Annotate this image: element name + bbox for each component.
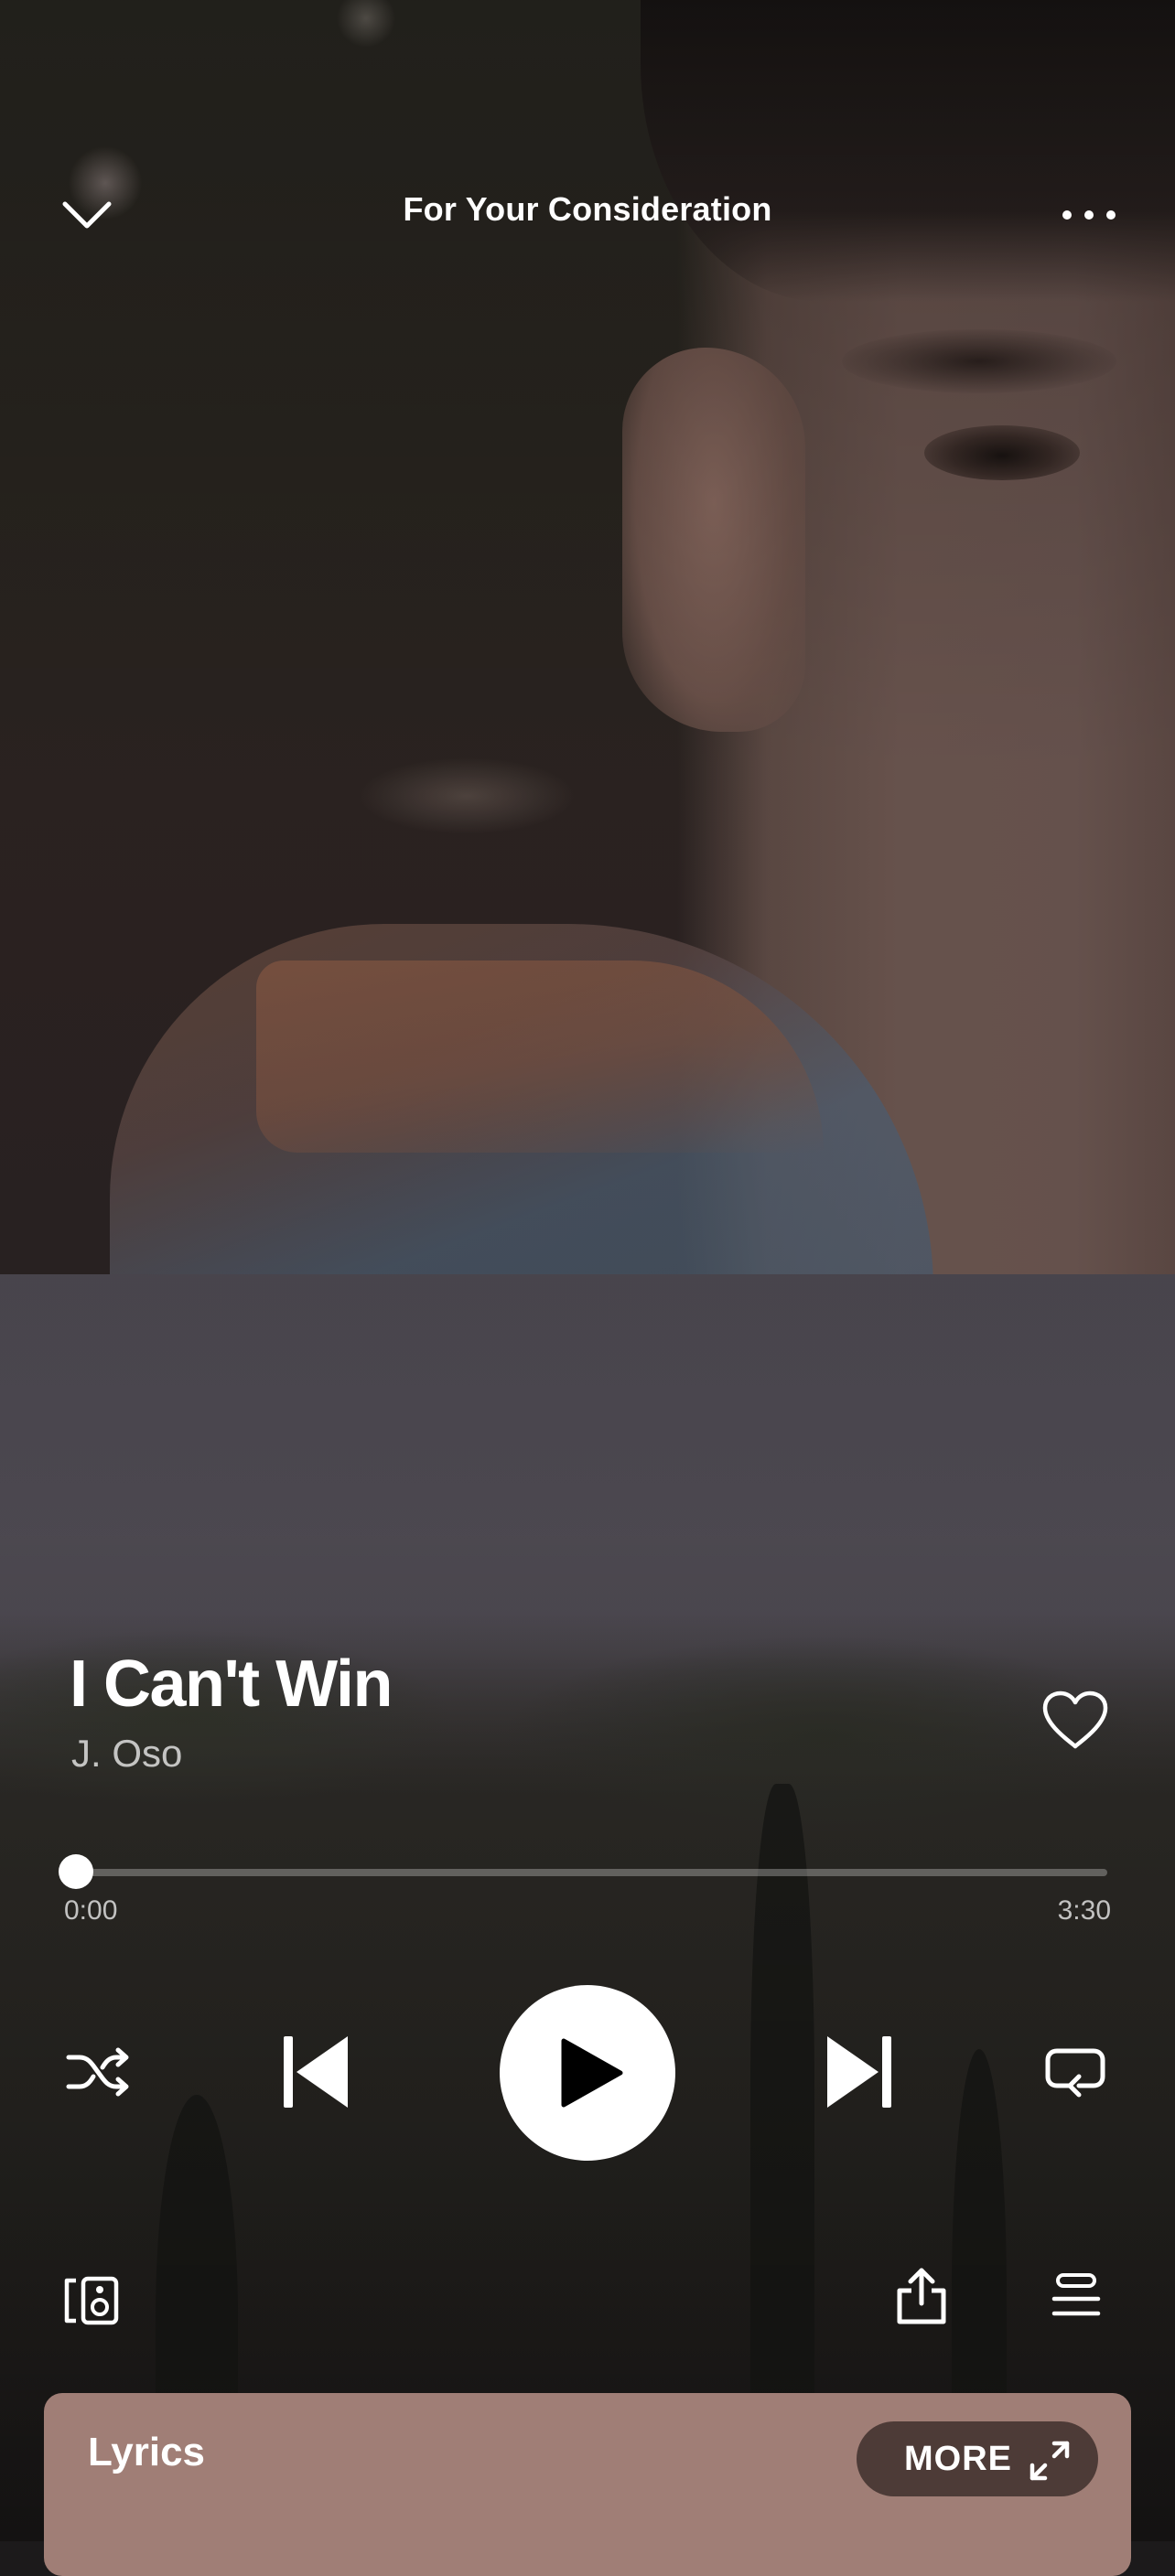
expand-icon xyxy=(1029,2441,1070,2481)
lyrics-label: Lyrics xyxy=(88,2430,206,2474)
shuffle-button[interactable] xyxy=(57,2035,139,2109)
skip-next-icon xyxy=(827,2036,891,2108)
previous-button[interactable] xyxy=(265,2026,366,2118)
play-icon xyxy=(561,2038,623,2108)
more-horizontal-icon xyxy=(1062,210,1116,220)
queue-icon xyxy=(1051,2273,1101,2316)
connect-device-icon xyxy=(64,2276,119,2325)
repeat-icon xyxy=(1045,2048,1105,2098)
connect-devices-button[interactable] xyxy=(55,2264,128,2337)
lyrics-card[interactable]: Lyrics MORE xyxy=(44,2393,1131,2576)
progress-knob[interactable] xyxy=(59,1854,93,1889)
play-button[interactable] xyxy=(500,1985,675,2161)
shuffle-icon xyxy=(66,2047,129,2097)
chevron-down-icon xyxy=(62,201,112,229)
more-options-button[interactable] xyxy=(1043,183,1135,247)
total-duration: 3:30 xyxy=(1057,1895,1111,1926)
heart-outline-icon xyxy=(1042,1690,1108,1749)
track-artist[interactable]: J. Oso xyxy=(71,1731,895,1776)
share-button[interactable] xyxy=(885,2259,958,2333)
queue-button[interactable] xyxy=(1040,2259,1113,2333)
lyrics-more-label: MORE xyxy=(904,2440,1012,2478)
collapse-button[interactable] xyxy=(46,183,128,247)
repeat-button[interactable] xyxy=(1034,2035,1116,2109)
elapsed-time: 0:00 xyxy=(64,1895,118,1926)
progress-bar[interactable] xyxy=(75,1869,1107,1876)
lyrics-more-button[interactable]: MORE xyxy=(857,2421,1098,2496)
track-title[interactable]: I Can't Win xyxy=(70,1647,893,1722)
share-icon xyxy=(897,2268,946,2324)
context-title: For Your Consideration xyxy=(403,190,772,228)
next-button[interactable] xyxy=(809,2026,910,2118)
like-button[interactable] xyxy=(1034,1683,1116,1756)
skip-previous-icon xyxy=(284,2036,348,2108)
